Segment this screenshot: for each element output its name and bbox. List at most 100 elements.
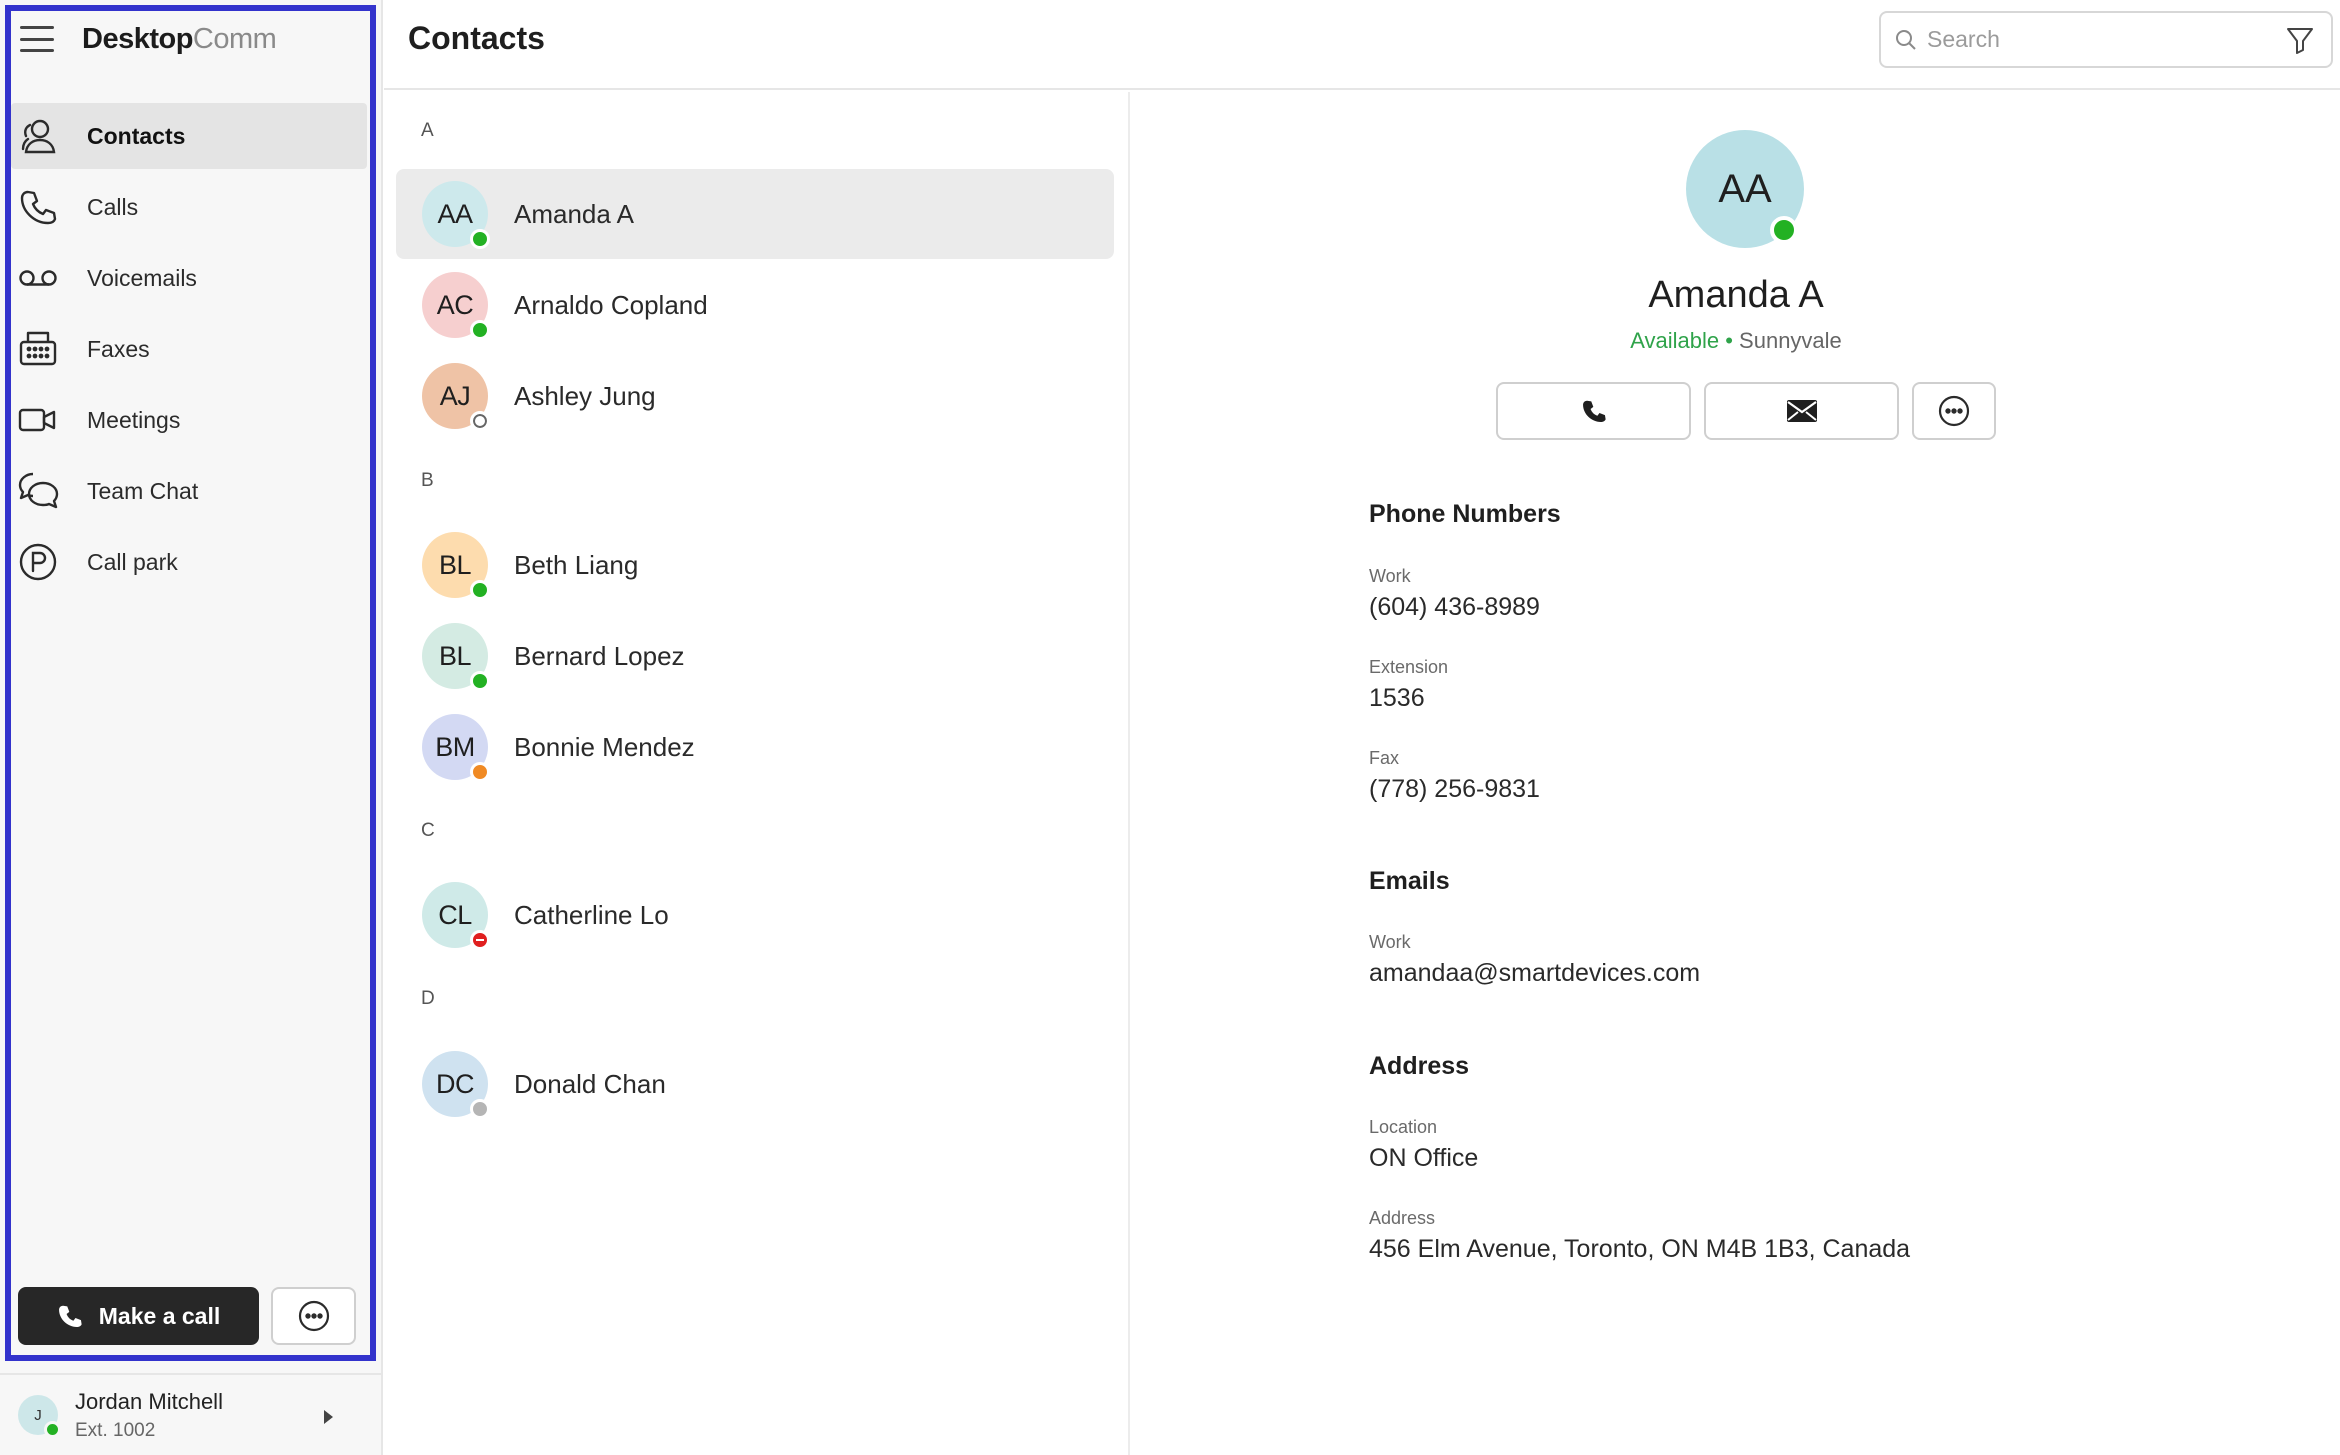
contact-detail: AA Amanda A Available • Sunnyvale Phone …: [1132, 92, 2340, 1455]
avatar: AC: [422, 272, 490, 340]
field-label: Work: [1369, 932, 1411, 952]
sidebar-item-team-chat[interactable]: Team Chat: [11, 458, 367, 524]
status-dnd-indicator: [470, 930, 490, 950]
field-value: 456 Elm Avenue, Toronto, ON M4B 1B3, Can…: [1369, 1235, 1911, 1263]
contact-row[interactable]: BM Bonnie Mendez: [396, 702, 1114, 792]
section-title: Address: [1369, 1052, 1470, 1080]
status-available-indicator: [1770, 216, 1798, 244]
call-button[interactable]: [1496, 382, 1691, 440]
more-actions-button[interactable]: [1912, 382, 1996, 440]
avatar-initials: AA: [1718, 166, 1772, 211]
sidebar-item-label: Call park: [87, 548, 178, 575]
sidebar-item-faxes[interactable]: Faxes: [11, 316, 367, 382]
phone-icon: [1582, 400, 1606, 422]
avatar: BL: [422, 623, 490, 691]
sidebar-item-call-park[interactable]: Call park: [11, 529, 367, 595]
separator: •: [1725, 328, 1733, 353]
field-label: Extension: [1369, 657, 1449, 677]
address-section: Address: [1369, 1052, 1469, 1081]
contact-list: A AA Amanda A AC Arnaldo Copland AJ Ashl…: [384, 92, 1130, 1455]
hamburger-menu-icon[interactable]: [20, 26, 54, 52]
make-a-call-label: Make a call: [98, 1302, 221, 1329]
user-name: Jordan Mitchell: [75, 1388, 223, 1414]
contact-row[interactable]: AA Amanda A: [396, 169, 1114, 259]
email-field: Work amandaa@smartdevices.com: [1369, 932, 1700, 988]
chat-icon: [17, 470, 59, 512]
sidebar-item-voicemails[interactable]: Voicemails: [11, 245, 367, 311]
status-available-indicator: [470, 229, 490, 249]
more-options-button[interactable]: [271, 1287, 356, 1345]
status-available-indicator: [44, 1421, 61, 1438]
sidebar-item-contacts[interactable]: Contacts: [11, 103, 367, 169]
field-label: Location: [1369, 1117, 1438, 1137]
top-bar: Contacts: [384, 0, 2340, 90]
avatar: AJ: [422, 363, 490, 431]
contact-row[interactable]: BL Bernard Lopez: [396, 611, 1114, 701]
contact-row[interactable]: BL Beth Liang: [396, 520, 1114, 610]
address-field: Address 456 Elm Avenue, Toronto, ON M4B …: [1369, 1208, 1910, 1264]
avatar: BM: [422, 714, 490, 782]
contact-row[interactable]: DC Donald Chan: [396, 1039, 1114, 1129]
sidebar-header: DesktopComm: [0, 0, 383, 78]
sidebar-item-calls[interactable]: Calls: [11, 174, 367, 240]
filter-icon[interactable]: [2285, 25, 2315, 60]
phone-field: Extension 1536: [1369, 657, 1448, 713]
caret-right-icon[interactable]: [324, 1410, 333, 1424]
more-horizontal-icon: [298, 1300, 329, 1332]
search-box[interactable]: [1879, 11, 2333, 68]
contact-row[interactable]: AJ Ashley Jung: [396, 351, 1114, 441]
avatar-initial: J: [34, 1406, 42, 1424]
current-user[interactable]: J Jordan Mitchell Ext. 1002: [0, 1373, 383, 1455]
contacts-icon: [17, 115, 59, 157]
sidebar-nav: Contacts Calls Voicemails Faxes Meetings: [11, 103, 367, 600]
avatar: DC: [422, 1051, 490, 1119]
section-header: C: [421, 820, 435, 841]
more-horizontal-icon: [1938, 395, 1970, 427]
section-header: D: [421, 988, 435, 1009]
phone-icon: [58, 1305, 82, 1327]
address-field: Location ON Office: [1369, 1117, 1478, 1173]
search-icon: [1896, 29, 1916, 50]
contact-row[interactable]: CL Catherline Lo: [396, 870, 1114, 960]
section-header: B: [421, 470, 434, 491]
availability-text: Available: [1630, 328, 1720, 353]
field-value[interactable]: (778) 256-9831: [1369, 775, 1540, 804]
contact-status-line: Available • Sunnyvale: [1132, 328, 2340, 354]
field-value[interactable]: (604) 436-8989: [1369, 593, 1540, 622]
sidebar: DesktopComm Contacts Calls Voicemails Fa…: [0, 0, 383, 1455]
sidebar-item-label: Voicemails: [87, 264, 197, 291]
status-unknown-indicator: [470, 1099, 490, 1119]
contact-name: Ashley Jung: [514, 380, 656, 411]
avatar: BL: [422, 532, 490, 600]
contact-name: Bernard Lopez: [514, 640, 685, 671]
phone-field: Fax (778) 256-9831: [1369, 748, 1540, 804]
user-extension: Ext. 1002: [75, 1419, 156, 1441]
search-input[interactable]: [1927, 26, 2257, 53]
contact-detail-name: Amanda A: [1648, 274, 1824, 316]
avatar: CL: [422, 882, 490, 950]
sidebar-item-label: Meetings: [87, 406, 181, 433]
status-available-indicator: [470, 671, 490, 691]
location-text: Sunnyvale: [1739, 328, 1842, 353]
contact-actions: [1496, 382, 2009, 440]
sidebar-item-label: Contacts: [87, 122, 186, 149]
page-title: Contacts: [408, 20, 545, 56]
status-available-indicator: [470, 580, 490, 600]
sidebar-item-label: Faxes: [87, 335, 150, 362]
sidebar-item-meetings[interactable]: Meetings: [11, 387, 367, 453]
avatar: J: [18, 1395, 61, 1438]
contact-row[interactable]: AC Arnaldo Copland: [396, 260, 1114, 350]
contact-name: Amanda A: [514, 198, 634, 229]
email-button[interactable]: [1704, 382, 1899, 440]
make-a-call-button[interactable]: Make a call: [18, 1287, 259, 1345]
park-icon: [17, 541, 59, 583]
contact-name: Catherline Lo: [514, 899, 669, 930]
contact-name: Bonnie Mendez: [514, 731, 695, 762]
avatar: AA: [1686, 130, 1804, 248]
contact-name: Arnaldo Copland: [514, 289, 708, 320]
field-value[interactable]: amandaa@smartdevices.com: [1369, 959, 1700, 988]
avatar: AA: [422, 181, 490, 249]
status-offline-indicator: [470, 411, 490, 431]
field-value[interactable]: 1536: [1369, 684, 1448, 713]
field-label: Fax: [1369, 748, 1400, 768]
